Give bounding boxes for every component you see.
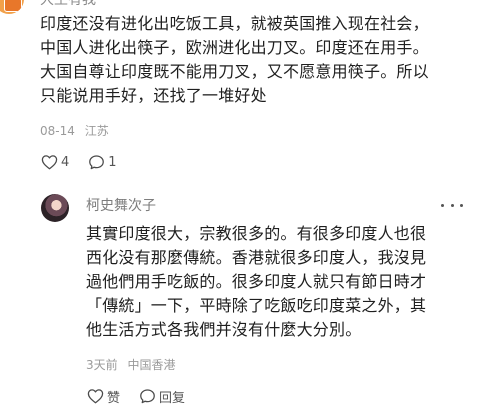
reply-meta: 3天前 中国香港: [86, 357, 175, 373]
reply-count: 1: [108, 154, 117, 170]
reply-time: 3天前: [86, 358, 118, 372]
speech-bubble-icon: [138, 387, 156, 405]
like-label: 赞: [107, 390, 121, 406]
reply-text-line: 他生活方式各我們并沒有什麼大分別。: [86, 320, 362, 339]
reply-card: 柯史舞次子 其實印度很大，宗教很多的。有很多印度人也很 西化没有那麼傳統。香港就…: [40, 188, 483, 419]
reply-author-name[interactable]: 柯史舞次子: [86, 197, 156, 215]
reply-text-line: 其實印度很大，宗教很多的。有很多印度人也很: [86, 224, 427, 243]
heart-outline-icon: [86, 387, 104, 405]
reply-text: 其實印度很大，宗教很多的。有很多印度人也很 西化没有那麼傳統。香港就很多印度人，…: [86, 222, 478, 342]
more-horizontal-icon[interactable]: [441, 196, 463, 214]
comment-location: 江苏: [84, 124, 109, 138]
comment-text-line: 印度还没有进化出吃饭工具，就被英国推入现在社会，: [40, 14, 429, 33]
avatar[interactable]: [41, 194, 69, 222]
like-count: 4: [61, 154, 70, 170]
comment-text-line: 大国自尊让印度既不能用刀叉，又不愿意用筷子。所以: [40, 62, 429, 81]
like-button[interactable]: 赞: [86, 387, 120, 406]
reply-button[interactable]: 1: [87, 153, 117, 171]
reply-text-line: 過他們用手吃飯的。很多印度人就只有節日時才: [86, 272, 427, 291]
comment-meta: 08-14 江苏: [40, 123, 109, 139]
comment-date: 08-14: [40, 124, 75, 138]
reply-text-line: 「傳統」一下，平時除了吃飯吃印度菜之外，其: [86, 296, 427, 315]
comment-text: 印度还没有进化出吃饭工具，就被英国推入现在社会， 中国人进化出筷子，欧洲进化出刀…: [40, 12, 476, 108]
heart-outline-icon: [40, 153, 58, 171]
avatar-badge-icon: [4, 0, 22, 12]
reply-location: 中国香港: [127, 358, 176, 372]
reply-button[interactable]: 回复: [138, 387, 185, 406]
like-button[interactable]: 4: [40, 153, 69, 171]
comment-actions: 4 1: [40, 151, 135, 173]
comment-card: 大王有我 印度还没有进化出吃饭工具，就被英国推入现在社会， 中国人进化出筷子，欧…: [0, 0, 483, 178]
reply-label: 回复: [159, 390, 186, 406]
avatar[interactable]: [0, 0, 24, 14]
comment-text-line: 中国人进化出筷子，欧洲进化出刀叉。印度还在用手。: [40, 38, 429, 57]
speech-bubble-icon: [87, 153, 105, 171]
comment-author-name[interactable]: 大王有我: [40, 0, 96, 9]
reply-actions: 赞 回复: [86, 385, 203, 407]
comment-text-line: 只能说用手好，还找了一堆好处: [40, 86, 267, 105]
reply-text-line: 西化没有那麼傳統。香港就很多印度人，我沒見: [86, 248, 427, 267]
